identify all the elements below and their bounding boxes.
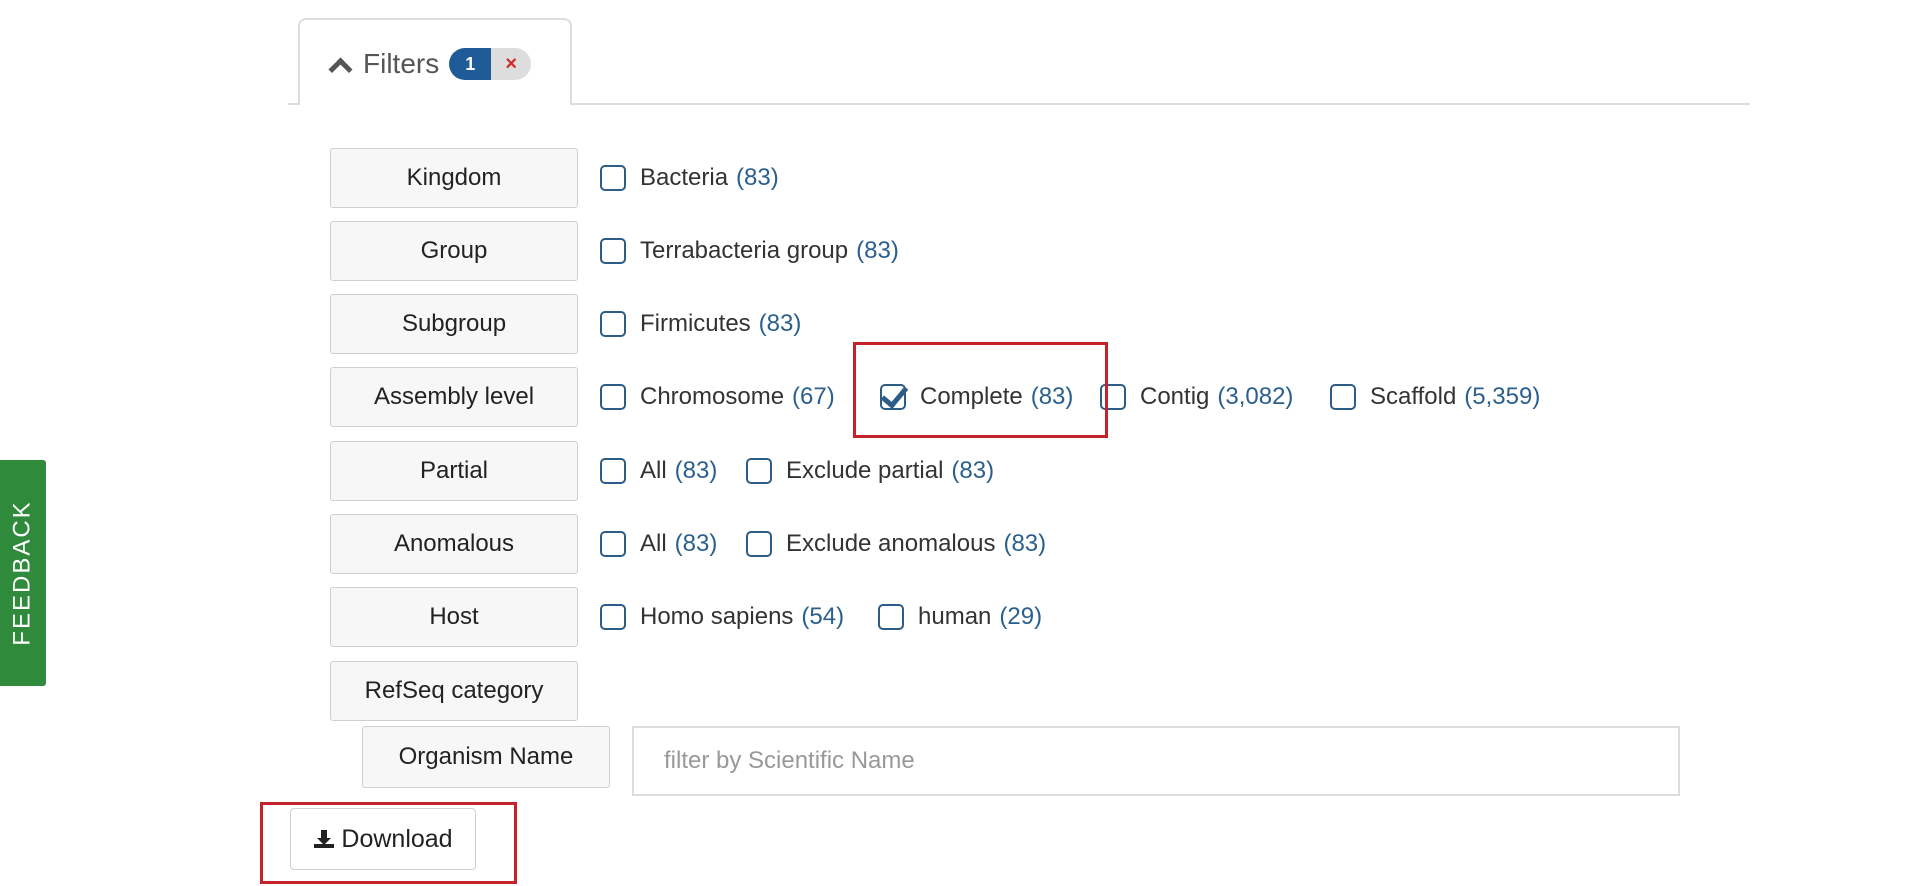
facet-option[interactable]: Scaffold (5,359) [1330, 383, 1540, 411]
facet-option-row: Chromosome (67) [600, 367, 863, 427]
facet-option-label: Firmicutes [640, 310, 751, 337]
facet-option-label: Chromosome [640, 383, 785, 410]
facet-option-label: All [640, 530, 667, 557]
feedback-button[interactable]: FEEDBACK [0, 460, 46, 686]
facet-option-count: (83) [674, 530, 718, 557]
facet-option-row: All (83) [600, 514, 745, 574]
facet-option[interactable]: Homo sapiens (54) [600, 603, 844, 631]
facet-option[interactable]: human (29) [878, 603, 1042, 631]
highlight-box-download [260, 802, 517, 884]
facet-option-row: Exclude anomalous (83) [746, 514, 1074, 574]
facet-option-row: Terrabacteria group (83) [600, 221, 927, 281]
facet-button-anomalous[interactable]: Anomalous [330, 514, 578, 574]
facet-option[interactable]: Exclude partial (83) [746, 457, 994, 485]
organism-name-input[interactable] [632, 726, 1680, 796]
facet-option[interactable]: Exclude anomalous (83) [746, 530, 1046, 558]
facet-option-label: Terrabacteria group [640, 237, 849, 264]
facet-option-row: Bacteria (83) [600, 148, 807, 208]
facet-option-label: Exclude partial [786, 457, 944, 484]
checkbox[interactable] [600, 604, 626, 630]
facet-option-count: (83) [736, 164, 779, 191]
facet-option[interactable]: Bacteria (83) [600, 164, 779, 192]
facet-option[interactable]: All (83) [600, 457, 717, 485]
facet-option-count: (83) [674, 457, 718, 484]
facet-option-count: (29) [999, 603, 1043, 630]
close-icon[interactable]: × [491, 48, 532, 80]
facet-option-label: human [918, 603, 992, 630]
facet-button-group[interactable]: Group [330, 221, 578, 281]
facet-button-refseq-category[interactable]: RefSeq category [330, 661, 578, 721]
active-filter-badge: 1 × [449, 48, 532, 80]
facet-option-row: Firmicutes (83) [600, 294, 829, 354]
facet-option-label: All [640, 457, 667, 484]
facet-option-row: Contig (3,082) [1100, 367, 1321, 427]
facet-option[interactable]: Contig (3,082) [1100, 383, 1293, 411]
facet-option-count: (83) [1003, 530, 1047, 557]
facet-button-partial[interactable]: Partial [330, 441, 578, 501]
facet-button-subgroup[interactable]: Subgroup [330, 294, 578, 354]
facet-option-count: (83) [856, 237, 899, 264]
checkbox[interactable] [600, 531, 626, 557]
organism-name-button[interactable]: Organism Name [362, 726, 610, 788]
highlight-box-complete [853, 342, 1108, 438]
facet-option-label: Bacteria [640, 164, 729, 191]
checkbox[interactable] [1330, 384, 1356, 410]
checkbox[interactable] [600, 311, 626, 337]
checkbox[interactable] [600, 238, 626, 264]
facet-option-row: Exclude partial (83) [746, 441, 1022, 501]
facet-option-label: Exclude anomalous [786, 530, 996, 557]
feedback-label: FEEDBACK [9, 500, 36, 646]
checkbox[interactable] [600, 165, 626, 191]
facet-option-row: Scaffold (5,359) [1330, 367, 1568, 427]
facet-option-count: (3,082) [1217, 383, 1294, 410]
facet-button-host[interactable]: Host [330, 587, 578, 647]
facet-option-label: Scaffold [1370, 383, 1457, 410]
checkbox[interactable] [746, 458, 772, 484]
checkbox[interactable] [600, 384, 626, 410]
tab-filters[interactable]: Filters 1 × [298, 18, 572, 105]
facet-option-label: Contig [1140, 383, 1210, 410]
facet-option-label: Homo sapiens [640, 603, 794, 630]
checkbox[interactable] [600, 458, 626, 484]
facet-option[interactable]: Firmicutes (83) [600, 310, 801, 338]
facet-option-row: human (29) [878, 587, 1070, 647]
chevron-up-icon[interactable] [328, 56, 353, 82]
facet-option-count: (54) [801, 603, 845, 630]
facet-option[interactable]: Chromosome (67) [600, 383, 835, 411]
tab-divider-right [572, 103, 1750, 105]
checkbox[interactable] [746, 531, 772, 557]
facet-option-count: (5,359) [1464, 383, 1541, 410]
facet-option[interactable]: Terrabacteria group (83) [600, 237, 899, 265]
facet-option-count: (67) [792, 383, 835, 410]
facet-option-count: (83) [758, 310, 802, 337]
facet-option[interactable]: All (83) [600, 530, 717, 558]
active-filter-count: 1 [449, 48, 492, 80]
facet-option-row: All (83) [600, 441, 745, 501]
facet-option-count: (83) [951, 457, 995, 484]
facet-option-row: Homo sapiens (54) [600, 587, 872, 647]
tab-filters-label: Filters [363, 48, 440, 79]
checkbox[interactable] [878, 604, 904, 630]
facet-button-kingdom[interactable]: Kingdom [330, 148, 578, 208]
facet-button-assembly-level[interactable]: Assembly level [330, 367, 578, 427]
